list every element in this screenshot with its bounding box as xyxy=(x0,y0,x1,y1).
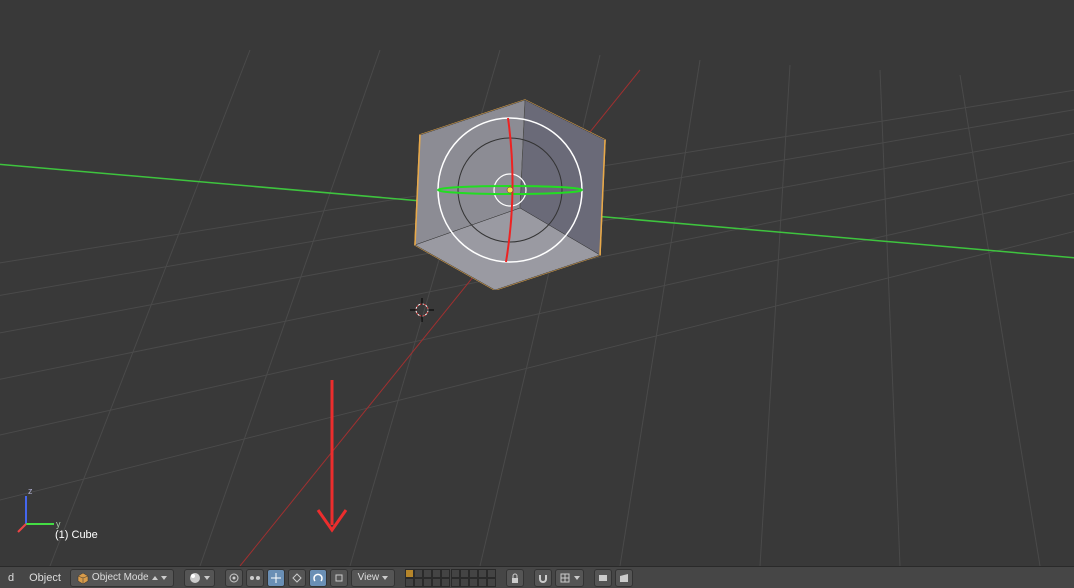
manipulator-toggle[interactable] xyxy=(267,569,285,587)
snap-toggle[interactable] xyxy=(534,569,552,587)
render-icon xyxy=(597,572,609,584)
dropdown-icon xyxy=(382,576,388,580)
scale-icon xyxy=(333,572,345,584)
render-anim-button[interactable] xyxy=(615,569,633,587)
axis-indicator: z y xyxy=(16,484,66,534)
pivot-point[interactable] xyxy=(225,569,243,587)
viewport-3d[interactable]: z y (1) Cube xyxy=(0,0,1074,566)
menu-object[interactable]: Object xyxy=(23,572,67,584)
cube-icon xyxy=(77,572,89,584)
mode-label: Object Mode xyxy=(92,572,149,583)
layer-button[interactable] xyxy=(423,569,432,578)
layer-button[interactable] xyxy=(478,578,487,587)
active-object-label: (1) Cube xyxy=(55,529,98,541)
svg-text:z: z xyxy=(28,486,33,496)
pivot-icon xyxy=(228,572,240,584)
layer-button[interactable] xyxy=(487,569,496,578)
layer-button[interactable] xyxy=(469,578,478,587)
magnet-icon xyxy=(537,572,549,584)
layer-button[interactable] xyxy=(405,578,414,587)
clapper-icon xyxy=(618,572,630,584)
layer-button[interactable] xyxy=(460,578,469,587)
snap-element[interactable] xyxy=(555,569,584,587)
sphere-icon xyxy=(189,572,201,584)
layer-button[interactable] xyxy=(414,578,423,587)
viewport-header: d Object Object Mode View xyxy=(0,566,1074,588)
dropdown-icon xyxy=(574,576,580,580)
arrow-icon xyxy=(291,572,303,584)
layer-button[interactable] xyxy=(441,578,450,587)
layer-button[interactable] xyxy=(405,569,414,578)
transform-orientation[interactable]: View xyxy=(351,569,396,587)
layer-button[interactable] xyxy=(441,569,450,578)
dropdown-icon xyxy=(161,576,167,580)
shading-mode[interactable] xyxy=(184,569,215,587)
svg-text:y: y xyxy=(56,519,61,529)
mode-selector[interactable]: Object Mode xyxy=(70,569,174,587)
render-button[interactable] xyxy=(594,569,612,587)
align-icon xyxy=(249,572,261,584)
dropdown-icon xyxy=(204,576,210,580)
manip-rotate[interactable] xyxy=(309,569,327,587)
dropdown-icon xyxy=(152,576,158,580)
layer-button[interactable] xyxy=(451,569,460,578)
lock-icon xyxy=(509,572,521,584)
layer-button[interactable] xyxy=(487,578,496,587)
layer-button[interactable] xyxy=(423,578,432,587)
layers-widget[interactable] xyxy=(405,569,496,587)
manip-scale[interactable] xyxy=(330,569,348,587)
layer-button[interactable] xyxy=(432,569,441,578)
layer-button[interactable] xyxy=(432,578,441,587)
pivot-align[interactable] xyxy=(246,569,264,587)
layer-button[interactable] xyxy=(469,569,478,578)
truncated-menu[interactable]: d xyxy=(2,572,20,584)
manipulator-icon xyxy=(270,572,282,584)
layer-button[interactable] xyxy=(460,569,469,578)
layer-button[interactable] xyxy=(478,569,487,578)
grid-icon xyxy=(559,572,571,584)
layer-button[interactable] xyxy=(414,569,423,578)
manip-translate[interactable] xyxy=(288,569,306,587)
layer-button[interactable] xyxy=(451,578,460,587)
rotate-icon xyxy=(312,572,324,584)
floor-grid xyxy=(0,0,1074,566)
orientation-label: View xyxy=(358,572,380,583)
lock-camera[interactable] xyxy=(506,569,524,587)
